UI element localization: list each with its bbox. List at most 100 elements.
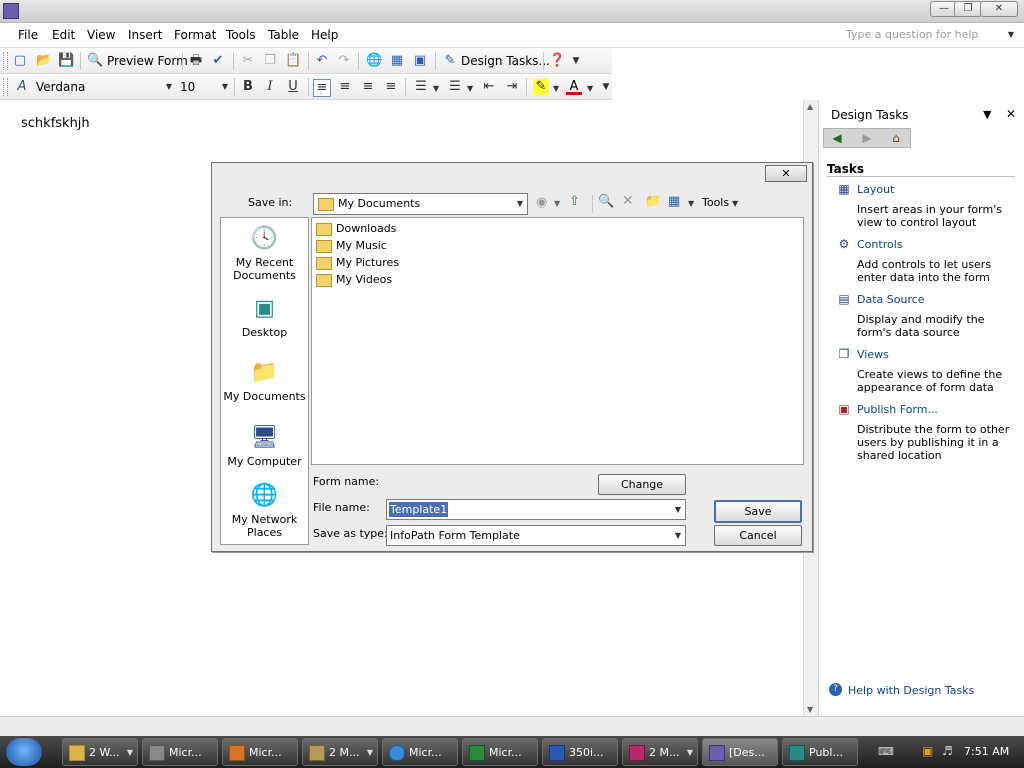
delete-icon[interactable]: ✕ — [622, 193, 634, 209]
keyboard-icon[interactable]: ⌨ — [878, 745, 894, 758]
menu-insert[interactable]: Insert — [128, 28, 162, 42]
tools-menu-button[interactable]: Tools — [702, 196, 729, 209]
home-icon[interactable]: ⌂ — [887, 130, 905, 146]
redo-icon[interactable]: ↷ — [336, 53, 352, 69]
form-text[interactable]: schkfskhjh — [21, 116, 90, 131]
back-icon[interactable]: ◉ — [536, 195, 547, 210]
chevron-down-icon[interactable]: ▼ — [467, 84, 473, 93]
italic-button[interactable]: I — [262, 79, 278, 95]
menu-file[interactable]: File — [18, 28, 38, 42]
font-color-icon[interactable]: A — [566, 79, 582, 95]
save-icon[interactable]: 💾 — [58, 53, 74, 69]
place-my-network-places[interactable]: 🌐 My Network Places — [221, 481, 308, 539]
align-center-icon[interactable]: ≡ — [337, 79, 353, 95]
toolbar-options-chevron-icon[interactable]: ▼ — [568, 53, 584, 69]
chevron-down-icon[interactable]: ▼ — [553, 84, 559, 93]
toolbar-grip[interactable] — [3, 78, 8, 96]
cancel-button[interactable]: Cancel — [714, 525, 802, 546]
increase-indent-icon[interactable]: ⇥ — [504, 79, 520, 95]
task-pane-close-icon[interactable]: ✕ — [1006, 107, 1016, 121]
infopath-app-icon[interactable] — [3, 3, 19, 19]
bold-button[interactable]: B — [240, 79, 256, 95]
task-link-data-source[interactable]: Data Source — [857, 293, 925, 306]
paste-icon[interactable]: 📋 — [285, 53, 301, 69]
list-item[interactable]: My Pictures — [316, 256, 399, 270]
toolbar-options-chevron-icon[interactable]: ▼ — [598, 79, 614, 95]
highlight-icon[interactable]: ✎ — [533, 79, 549, 95]
task-link-views[interactable]: Views — [857, 348, 889, 361]
task-pane-menu-chevron-icon[interactable]: ▼ — [983, 108, 991, 121]
menu-help[interactable]: Help — [311, 28, 338, 42]
chevron-down-icon[interactable]: ▼ — [554, 199, 560, 208]
scroll-up-icon[interactable]: ▲ — [807, 102, 813, 111]
numbering-icon[interactable]: ☰ — [413, 79, 429, 95]
undo-icon[interactable]: ↶ — [314, 53, 330, 69]
network-tray-icon[interactable]: ▣ — [922, 744, 936, 758]
font-size-combo[interactable]: 10 ▼ — [178, 78, 230, 96]
task-link-controls[interactable]: Controls — [857, 238, 903, 251]
forward-arrow-icon[interactable]: ▶ — [858, 130, 876, 146]
design-tasks-icon[interactable]: ✎ — [442, 53, 458, 69]
volume-tray-icon[interactable]: ♬ — [942, 744, 956, 758]
up-one-level-icon[interactable]: ⇧ — [569, 194, 580, 209]
menu-edit[interactable]: Edit — [52, 28, 75, 42]
preview-icon[interactable]: 🔍 — [87, 53, 103, 69]
place-my-documents[interactable]: 📁 My Documents — [221, 358, 308, 403]
taskbar-item-infopath-active[interactable]: [Des... — [702, 738, 778, 766]
justify-icon[interactable]: ≡ — [383, 79, 399, 95]
chevron-down-icon[interactable]: ▼ — [587, 84, 593, 93]
taskbar-item-ie[interactable]: Micr... — [382, 738, 458, 766]
new-folder-icon[interactable]: 📁 — [645, 194, 661, 209]
task-link-publish-form[interactable]: Publish Form... — [857, 403, 938, 416]
align-right-icon[interactable]: ≡ — [360, 79, 376, 95]
taskbar-item-publisher[interactable]: Publ... — [782, 738, 858, 766]
taskbar-item-excel[interactable]: Micr... — [462, 738, 538, 766]
font-name-combo[interactable]: Verdana ▼ — [34, 78, 174, 96]
insert-picture-icon[interactable]: ▣ — [412, 53, 428, 69]
list-item[interactable]: My Videos — [316, 273, 392, 287]
menu-tools[interactable]: Tools — [226, 28, 256, 42]
place-desktop[interactable]: ▣ Desktop — [221, 294, 308, 339]
align-left-icon[interactable]: ≡ — [313, 79, 331, 97]
place-my-computer[interactable]: 🖥 My Computer — [221, 423, 308, 468]
print-icon[interactable]: 🖶 — [188, 53, 204, 69]
clock[interactable]: 7:51 AM — [964, 745, 1009, 758]
menu-table[interactable]: Table — [268, 28, 299, 42]
bullets-icon[interactable]: ☰ — [447, 79, 463, 95]
close-button[interactable]: ✕ — [980, 1, 1018, 17]
place-my-recent-documents[interactable]: 🕓 My Recent Documents — [221, 224, 308, 282]
restore-button[interactable]: ❐ — [954, 1, 982, 17]
save-button[interactable]: Save — [714, 500, 802, 523]
taskbar-item-app-2[interactable]: Micr... — [142, 738, 218, 766]
toolbar-grip[interactable] — [3, 52, 8, 70]
file-name-field[interactable]: Template1 ▼ — [386, 499, 686, 520]
chevron-down-icon[interactable]: ▼ — [433, 84, 439, 93]
chevron-down-icon[interactable]: ▼ — [732, 199, 738, 208]
change-name-button[interactable]: Change Name... — [598, 474, 686, 510]
task-link-layout[interactable]: Layout — [857, 183, 894, 196]
menu-view[interactable]: View — [87, 28, 115, 42]
dialog-close-button[interactable]: ✕ — [765, 165, 807, 182]
open-icon[interactable]: 📂 — [36, 53, 52, 69]
help-icon[interactable]: ❓ — [549, 53, 565, 69]
list-item[interactable]: My Music — [316, 239, 387, 253]
insert-table-icon[interactable]: ▦ — [389, 53, 405, 69]
start-button[interactable] — [6, 738, 42, 766]
font-style-icon[interactable]: A — [14, 79, 30, 95]
help-question-box[interactable]: Type a question for help ▼ — [846, 28, 1016, 44]
copy-icon[interactable]: ❐ — [262, 53, 278, 69]
preview-form-button[interactable]: Preview Form — [107, 54, 188, 68]
scroll-down-icon[interactable]: ▼ — [807, 705, 813, 714]
back-arrow-icon[interactable]: ◀ — [828, 130, 846, 146]
save-as-type-combo[interactable]: InfoPath Form Template ▼ — [386, 525, 686, 546]
taskbar-item-word[interactable]: 350i... — [542, 738, 618, 766]
save-in-combo[interactable]: My Documents ▼ — [313, 193, 528, 215]
decrease-indent-icon[interactable]: ⇤ — [481, 79, 497, 95]
cut-icon[interactable]: ✂ — [240, 53, 256, 69]
design-tasks-button[interactable]: Design Tasks... — [461, 54, 550, 68]
taskbar-item-group-8[interactable]: 2 M... ▼ — [622, 738, 698, 766]
taskbar-item-group-4[interactable]: 2 M... ▼ — [302, 738, 378, 766]
menu-format[interactable]: Format — [174, 28, 216, 42]
chevron-down-icon[interactable]: ▼ — [688, 199, 694, 208]
list-item[interactable]: Downloads — [316, 222, 396, 236]
